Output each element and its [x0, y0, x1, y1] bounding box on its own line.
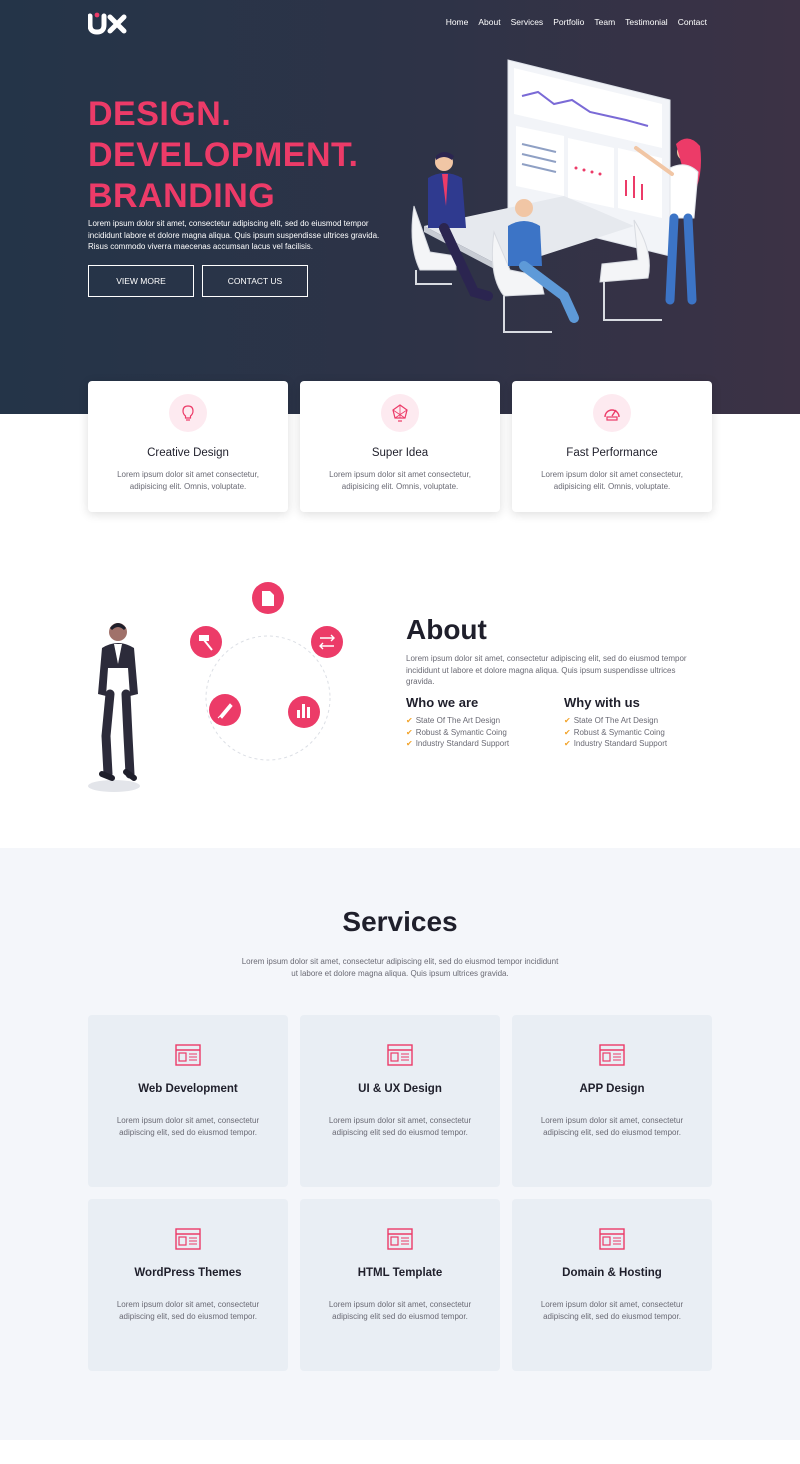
why-with-us-title: Why with us: [564, 695, 640, 710]
browser-window-icon: [599, 1044, 625, 1066]
hero-section: Home About Services Portfolio Team Testi…: [0, 0, 800, 414]
list-item: ✔ Robust & Symantic Coing: [406, 727, 507, 737]
service-card-ui-ux-design[interactable]: UI & UX Design Lorem ipsum dolor sit ame…: [300, 1015, 500, 1187]
nav-portfolio[interactable]: Portfolio: [553, 17, 584, 27]
browser-window-icon: [387, 1228, 413, 1250]
service-title: Domain & Hosting: [562, 1267, 662, 1279]
list-item: ✔ Industry Standard Support: [406, 739, 510, 748]
feature-card-fast-performance: Fast Performance Lorem ipsum dolor sit a…: [512, 381, 712, 512]
service-card-web-development[interactable]: Web Development Lorem ipsum dolor sit am…: [88, 1015, 288, 1187]
list-item: ✔ Industry Standard Support: [564, 739, 668, 748]
who-we-are-column: Who we are ✔ State Of The Art Design ✔ Rob…: [406, 695, 556, 750]
service-card-html-template[interactable]: HTML Template Lorem ipsum dolor sit amet…: [300, 1199, 500, 1371]
service-text: Lorem ipsum dolor sit amet, consectetur …: [328, 1116, 472, 1137]
headline-line: DEVELOPMENT.: [88, 136, 359, 174]
who-we-are-title: Who we are: [406, 695, 479, 710]
who-we-are-list: ✔ State Of The Art Design ✔ Robust & Syman…: [406, 715, 556, 750]
list-item: ✔ State Of The Art Design: [406, 716, 501, 725]
feature-text: Lorem ipsum dolor sit amet consectetur, …: [329, 470, 471, 491]
main-nav: Home About Services Portfolio Team Testi…: [446, 17, 707, 27]
lightbulb-icon: [169, 394, 207, 432]
view-more-button[interactable]: VIEW MORE: [88, 265, 194, 297]
service-text: Lorem ipsum dolor sit amet, consectetur …: [328, 1300, 472, 1321]
service-title: UI & UX Design: [358, 1083, 442, 1095]
service-title: HTML Template: [357, 1267, 443, 1279]
browser-window-icon: [175, 1228, 201, 1250]
check-icon: ✔: [406, 739, 413, 748]
check-icon: ✔: [564, 716, 571, 725]
nav-testimonial[interactable]: Testimonial: [625, 17, 668, 27]
list-item: ✔ State Of The Art Design: [564, 716, 659, 725]
service-text: Lorem ipsum dolor sit amet, consectetur …: [540, 1300, 684, 1321]
service-card-wordpress-themes[interactable]: WordPress Themes Lorem ipsum dolor sit a…: [88, 1199, 288, 1371]
feature-card-super-idea: Super Idea Lorem ipsum dolor sit amet co…: [300, 381, 500, 512]
services-section: Services Lorem ipsum dolor sit amet, con…: [0, 848, 800, 1440]
browser-window-icon: [387, 1044, 413, 1066]
headline-line: BRANDING: [88, 177, 276, 215]
about-title: About: [406, 614, 487, 645]
hero-headline: DESIGN. DEVELOPMENT. BRANDING: [88, 94, 358, 217]
service-text: Lorem ipsum dolor sit amet, consectetur …: [540, 1116, 684, 1137]
speedometer-icon: [593, 394, 631, 432]
service-title: Web Development: [138, 1083, 238, 1095]
contact-us-button[interactable]: CONTACT US: [202, 265, 308, 297]
check-icon: ✔: [564, 727, 571, 737]
services-title: Services: [342, 906, 458, 937]
headline-line: DESIGN.: [88, 95, 232, 133]
feature-title: Fast Performance: [566, 447, 658, 459]
feature-card-creative-design: Creative Design Lorem ipsum dolor sit am…: [88, 381, 288, 512]
why-with-us-list: ✔ State Of The Art Design ✔ Robust & Syman…: [564, 715, 714, 750]
browser-window-icon: [599, 1228, 625, 1250]
service-title: APP Design: [579, 1083, 645, 1095]
feature-title: Creative Design: [147, 447, 229, 459]
nav-services[interactable]: Services: [511, 17, 544, 27]
nav-about[interactable]: About: [478, 17, 500, 27]
service-text: Lorem ipsum dolor sit amet, consectetur …: [116, 1300, 260, 1321]
services-intro: Lorem ipsum dolor sit amet, consectetur …: [241, 957, 559, 978]
service-title: WordPress Themes: [134, 1267, 242, 1279]
idea-icon: [381, 394, 419, 432]
nav-home[interactable]: Home: [446, 17, 469, 27]
check-icon: ✔: [406, 716, 413, 725]
nav-team[interactable]: Team: [594, 17, 615, 27]
check-icon: ✔: [406, 727, 413, 737]
about-illustration: [88, 582, 343, 792]
feature-text: Lorem ipsum dolor sit amet consectetur, …: [541, 470, 683, 491]
check-icon: ✔: [564, 739, 571, 748]
feature-title: Super Idea: [371, 447, 429, 459]
ux-logo[interactable]: [88, 12, 128, 36]
service-card-app-design[interactable]: APP Design Lorem ipsum dolor sit amet, c…: [512, 1015, 712, 1187]
list-item: ✔ Robust & Symantic Coing: [564, 727, 665, 737]
hero-meeting-illustration: [411, 59, 701, 333]
service-text: Lorem ipsum dolor sit amet, consectetur …: [116, 1116, 260, 1137]
nav-contact[interactable]: Contact: [678, 17, 707, 27]
browser-window-icon: [175, 1044, 201, 1066]
about-description: Lorem ipsum dolor sit amet, consectetur …: [406, 654, 687, 686]
feature-text: Lorem ipsum dolor sit amet consectetur, …: [117, 470, 259, 491]
why-with-us-column: Why with us ✔ State Of The Art Design ✔ Ro…: [564, 695, 714, 750]
hero-description: Lorem ipsum dolor sit amet, consectetur …: [88, 219, 380, 251]
service-card-domain-hosting[interactable]: Domain & Hosting Lorem ipsum dolor sit a…: [512, 1199, 712, 1371]
